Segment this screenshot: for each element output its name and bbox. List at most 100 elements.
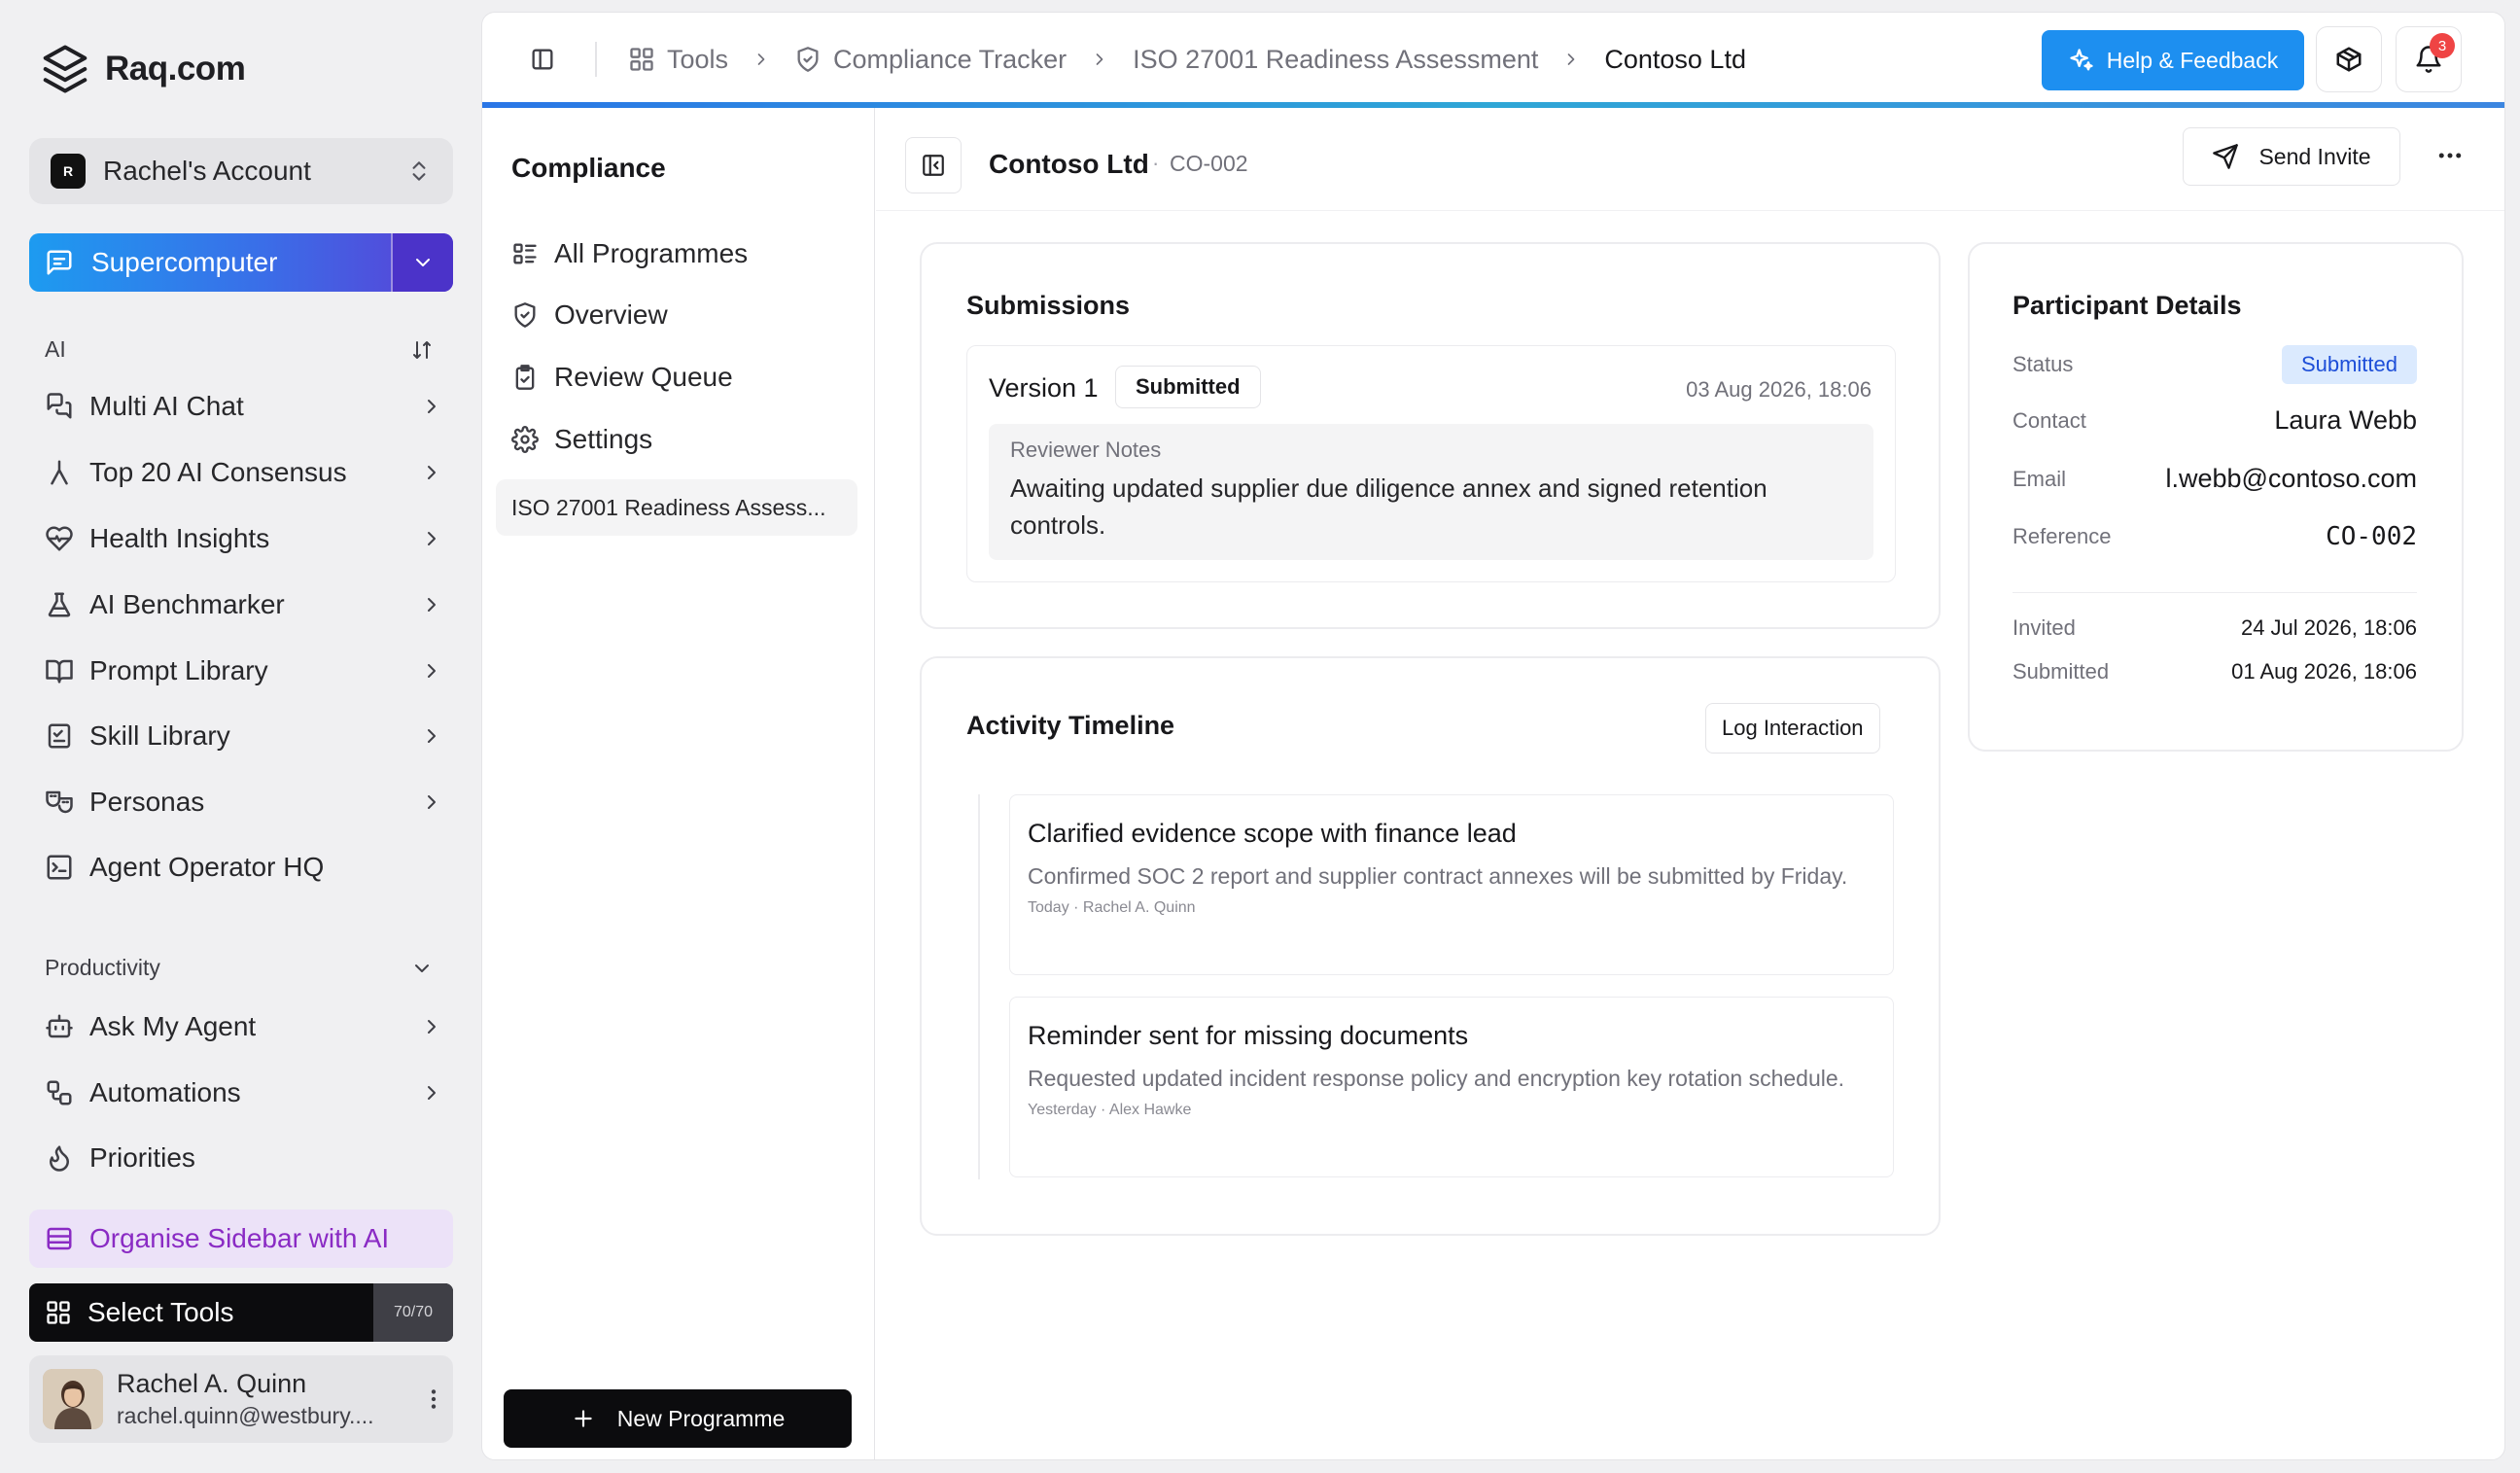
masks-icon bbox=[46, 790, 73, 814]
participant-title: Contoso Ltd bbox=[989, 149, 1149, 179]
send-invite-button[interactable]: Send Invite bbox=[2183, 127, 2400, 186]
user-profile[interactable]: Rachel A. Quinn rachel.quinn@westbury...… bbox=[29, 1355, 453, 1443]
ai-section-header[interactable]: AI bbox=[45, 336, 434, 363]
log-interaction-button[interactable]: Log Interaction bbox=[1705, 703, 1880, 754]
checklist-icon bbox=[48, 723, 71, 749]
compliance-panel: Compliance All Programmes Overview Revie… bbox=[482, 108, 875, 1459]
breadcrumb-compliance-tracker[interactable]: Compliance Tracker bbox=[794, 45, 1067, 75]
detail-label: Status bbox=[2012, 352, 2074, 376]
productivity-section-header[interactable]: Productivity bbox=[45, 955, 434, 981]
supercomputer-button[interactable]: Supercomputer bbox=[29, 233, 453, 292]
reviewer-notes-label: Reviewer Notes bbox=[1010, 438, 1162, 462]
organise-sidebar-button[interactable]: Organise Sidebar with AI bbox=[29, 1210, 453, 1268]
sidebar-item-ask-my-agent[interactable]: Ask My Agent bbox=[45, 1011, 443, 1042]
detail-email: Email l.webb@contoso.com bbox=[2012, 464, 2417, 494]
timeline-title: Activity Timeline bbox=[966, 711, 1175, 740]
selected-programme[interactable]: ISO 27001 Readiness Assess... bbox=[496, 479, 858, 536]
account-switcher[interactable]: R Rachel's Account bbox=[29, 138, 453, 204]
breadcrumb-current: Contoso Ltd bbox=[1604, 45, 1746, 75]
new-programme-button[interactable]: New Programme bbox=[504, 1389, 852, 1448]
sidebar-item-health-insights[interactable]: Health Insights bbox=[45, 523, 443, 554]
chevron-right-icon bbox=[428, 664, 436, 678]
panel-item-review-queue[interactable]: Review Queue bbox=[511, 362, 733, 393]
chevron-right-icon bbox=[428, 729, 436, 743]
breadcrumb-tools[interactable]: Tools bbox=[628, 45, 728, 75]
sort-arrows-icon[interactable] bbox=[410, 338, 434, 362]
user-email: rachel.quinn@westbury.... bbox=[117, 1403, 374, 1428]
send-icon bbox=[2213, 144, 2239, 169]
detail-value: Laura Webb bbox=[2274, 405, 2417, 435]
sidebar-toggle-button[interactable] bbox=[529, 46, 556, 73]
panel-item-overview[interactable]: Overview bbox=[511, 299, 668, 331]
sidebar-item-priorities[interactable]: Priorities bbox=[45, 1142, 443, 1174]
select-tools-button[interactable]: Select Tools 70/70 bbox=[29, 1283, 453, 1342]
timeline-line bbox=[978, 794, 980, 1179]
sidebar-item-skill-library[interactable]: Skill Library bbox=[45, 720, 443, 752]
notification-count-badge: 3 bbox=[2430, 33, 2455, 58]
sidebar-item-ai-benchmarker[interactable]: AI Benchmarker bbox=[45, 589, 443, 620]
panel-item-label: All Programmes bbox=[554, 238, 749, 268]
more-vertical-icon bbox=[431, 1389, 437, 1409]
title-separator: · bbox=[1152, 151, 1160, 175]
chat-bubbles-icon bbox=[47, 393, 72, 419]
sidebar-item-label: Agent Operator HQ bbox=[89, 852, 325, 882]
panel-item-label: Overview bbox=[554, 299, 668, 330]
timeline-entry: Clarified evidence scope with finance le… bbox=[1009, 794, 1894, 975]
heart-pulse-icon bbox=[46, 526, 73, 551]
detail-invited: Invited 24 Jul 2026, 18:06 bbox=[2012, 615, 2417, 641]
sidebar-item-multi-ai-chat[interactable]: Multi AI Chat bbox=[45, 391, 443, 422]
status-badge: Submitted bbox=[2281, 345, 2417, 384]
detail-label: Invited bbox=[2012, 615, 2076, 640]
gear-icon bbox=[511, 426, 539, 453]
reviewer-notes-text: Awaiting updated supplier due diligence … bbox=[1010, 473, 1768, 540]
panel-item-label: Settings bbox=[554, 424, 653, 454]
more-options-button[interactable] bbox=[2435, 141, 2465, 170]
sidebar-item-top-20-ai-consensus[interactable]: Top 20 AI Consensus bbox=[45, 457, 443, 488]
clipboard-check-icon bbox=[515, 365, 535, 390]
submissions-title: Submissions bbox=[966, 291, 1131, 320]
fork-icon bbox=[51, 460, 68, 485]
help-feedback-label: Help & Feedback bbox=[2106, 47, 2279, 73]
package-icon bbox=[2336, 47, 2362, 72]
panel-item-settings[interactable]: Settings bbox=[511, 424, 652, 455]
reviewer-notes: Reviewer Notes Awaiting updated supplier… bbox=[989, 424, 1873, 560]
list-icon bbox=[513, 243, 537, 264]
panel-item-all-programmes[interactable]: All Programmes bbox=[511, 238, 748, 269]
sidebar-item-prompt-library[interactable]: Prompt Library bbox=[45, 655, 443, 686]
participant-details-card: Participant Details Status Submitted Con… bbox=[1968, 242, 2464, 752]
detail-value[interactable]: l.webb@contoso.com bbox=[2165, 464, 2417, 494]
detail-label: Email bbox=[2012, 466, 2067, 491]
timeline-entry-title: Clarified evidence scope with finance le… bbox=[1028, 819, 1517, 848]
sidebar-item-label: Ask My Agent bbox=[89, 1011, 257, 1041]
help-feedback-button[interactable]: Help & Feedback bbox=[2042, 30, 2304, 90]
brand-logo[interactable]: Raq.com bbox=[39, 43, 246, 95]
main-frame: Tools Compliance Tracker ISO 27001 Readi… bbox=[481, 12, 2505, 1460]
sidebar-item-label: Automations bbox=[89, 1077, 241, 1107]
user-name: Rachel A. Quinn bbox=[117, 1369, 307, 1398]
chevron-down-icon bbox=[416, 259, 430, 266]
sidebar-item-agent-operator-hq[interactable]: Agent Operator HQ bbox=[45, 852, 443, 883]
breadcrumb-label: Tools bbox=[667, 44, 729, 74]
sidebar-item-label: Health Insights bbox=[89, 523, 270, 553]
account-badge: R bbox=[51, 154, 86, 189]
breadcrumb-assessment[interactable]: ISO 27001 Readiness Assessment bbox=[1133, 45, 1538, 75]
plus-icon bbox=[575, 1410, 592, 1427]
grid-icon bbox=[630, 48, 653, 71]
collapse-panel-button[interactable] bbox=[905, 137, 962, 193]
notifications-button[interactable]: 3 bbox=[2396, 26, 2462, 92]
avatar bbox=[43, 1369, 103, 1429]
package-button[interactable] bbox=[2316, 26, 2382, 92]
sidebar-item-personas[interactable]: Personas bbox=[45, 787, 443, 818]
detail-value: 01 Aug 2026, 18:06 bbox=[2231, 659, 2417, 684]
new-programme-label: New Programme bbox=[616, 1405, 786, 1431]
detail-label: Contact bbox=[2012, 407, 2086, 433]
detail-label: Reference bbox=[2012, 524, 2112, 548]
supercomputer-dropdown[interactable] bbox=[391, 233, 453, 292]
topbar-divider bbox=[595, 42, 597, 77]
chevron-right-icon bbox=[757, 53, 765, 65]
timeline-entry-description: Requested updated incident response poli… bbox=[1028, 1066, 1845, 1091]
user-menu-button[interactable] bbox=[414, 1386, 453, 1412]
sidebar-item-automations[interactable]: Automations bbox=[45, 1077, 443, 1108]
chevron-right-icon bbox=[1568, 53, 1575, 65]
chevron-down-icon[interactable] bbox=[410, 957, 434, 980]
